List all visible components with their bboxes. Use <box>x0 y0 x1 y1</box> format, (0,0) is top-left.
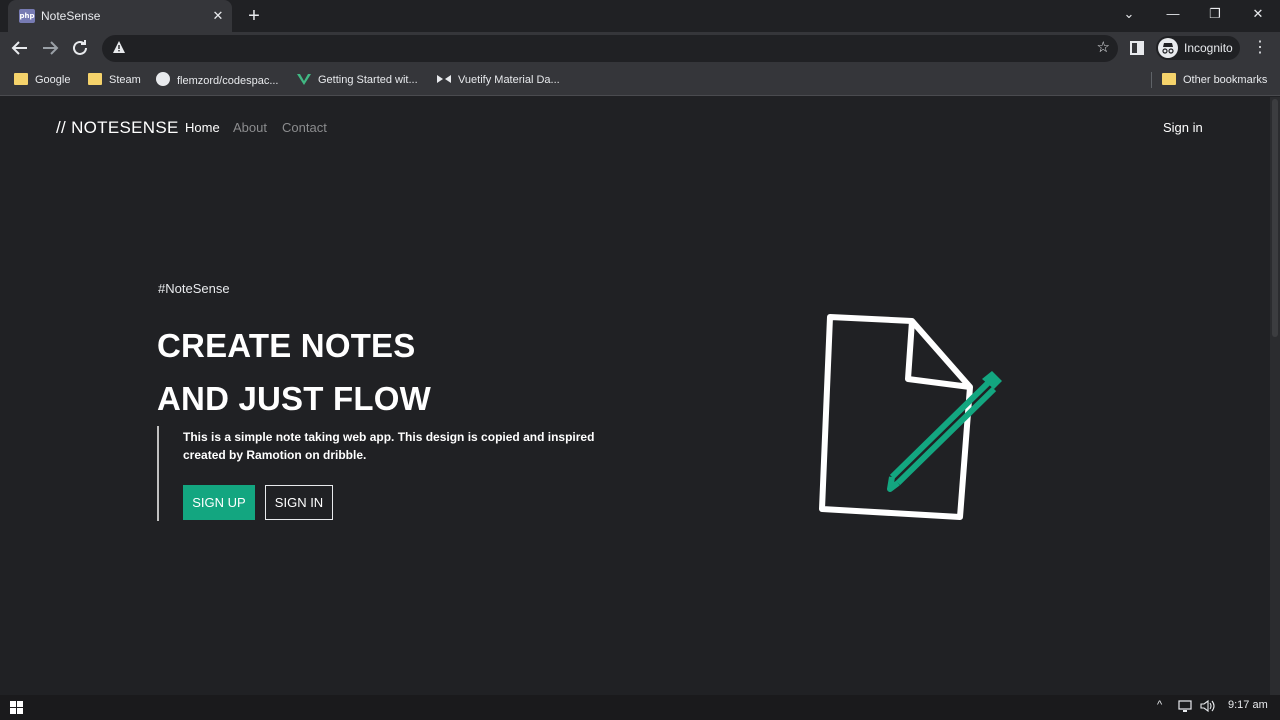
signup-button[interactable]: SIGN UP <box>183 485 255 520</box>
header-signin-link[interactable]: Sign in <box>1163 120 1203 135</box>
bookmark-label: Steam <box>109 74 141 86</box>
volume-icon[interactable] <box>1200 699 1216 716</box>
other-bookmarks[interactable]: Other bookmarks <box>1162 72 1267 88</box>
headline-line-1: CREATE NOTES <box>157 327 416 364</box>
side-panel-icon[interactable] <box>1125 36 1149 60</box>
tab-strip: php NoteSense ✕ + ⌄ — ❐ ✕ <box>0 0 1280 32</box>
clock[interactable]: 9:17 am <box>1228 699 1268 711</box>
minimize-button[interactable]: — <box>1151 0 1195 30</box>
bookmark-label: Vuetify Material Da... <box>458 74 560 86</box>
back-arrow-icon[interactable] <box>8 36 32 60</box>
hero-hashtag: #NoteSense <box>158 281 230 296</box>
taskbar: ^ 9:17 am <box>0 695 1280 720</box>
folder-icon <box>1162 73 1176 85</box>
page-content: // NOTESENSE Home About Contact Sign in … <box>0 97 1270 695</box>
headline-line-2: AND JUST FLOW <box>157 380 431 417</box>
bookmark-getting-started[interactable]: Getting Started wit... <box>297 72 418 88</box>
kebab-menu-icon[interactable]: ⋮ <box>1248 36 1272 60</box>
new-tab-button[interactable]: + <box>242 4 266 28</box>
bowtie-icon <box>437 73 451 85</box>
incognito-label: Incognito <box>1184 41 1233 55</box>
note-with-pencil-icon <box>819 314 1002 520</box>
folder-icon <box>14 73 28 85</box>
windows-start-icon[interactable] <box>10 701 24 715</box>
nav-about[interactable]: About <box>233 120 267 135</box>
vue-icon <box>297 73 311 85</box>
forward-arrow-icon[interactable] <box>38 36 62 60</box>
bookmark-codespaces[interactable]: flemzord/codespac... <box>156 72 279 88</box>
bookmark-vuetify[interactable]: Vuetify Material Da... <box>437 72 560 88</box>
signin-button[interactable]: SIGN IN <box>265 485 333 520</box>
folder-icon <box>88 73 102 85</box>
page-scrollbar[interactable] <box>1270 97 1280 695</box>
bookmark-google[interactable]: Google <box>14 72 70 88</box>
restore-button[interactable]: ❐ <box>1193 0 1237 30</box>
scroll-thumb[interactable] <box>1272 99 1278 337</box>
tab-close-icon[interactable]: ✕ <box>208 6 228 26</box>
browser-toolbar: ☆ Incognito ⋮ <box>0 32 1280 64</box>
tab-notesense[interactable]: php NoteSense ✕ <box>8 0 232 32</box>
bookmark-label: flemzord/codespac... <box>177 75 279 87</box>
nav-home[interactable]: Home <box>185 120 220 135</box>
bookmark-label: Getting Started wit... <box>318 74 418 86</box>
warning-icon[interactable] <box>112 40 126 54</box>
hero-description-block: This is a simple note taking web app. Th… <box>157 426 617 521</box>
php-favicon-icon: php <box>19 9 35 23</box>
address-bar[interactable]: ☆ <box>102 35 1118 62</box>
tab-title: NoteSense <box>41 9 101 23</box>
nav-contact[interactable]: Contact <box>282 120 327 135</box>
incognito-profile-button[interactable]: Incognito <box>1156 36 1240 60</box>
tab-search-chevron-icon[interactable]: ⌄ <box>1107 0 1151 30</box>
bookmark-star-icon[interactable]: ☆ <box>1097 38 1110 56</box>
pencil-icon <box>887 371 1002 492</box>
bookmarks-bar: Google Steam flemzord/codespac... Gettin… <box>0 64 1280 96</box>
hero-description: This is a simple note taking web app. Th… <box>183 430 595 462</box>
bookmark-label: Google <box>35 74 71 86</box>
incognito-icon <box>1158 38 1178 58</box>
tray-chevron-up-icon[interactable]: ^ <box>1157 699 1162 711</box>
site-logo[interactable]: // NOTESENSE <box>56 118 179 138</box>
bookmarks-divider <box>1151 72 1152 88</box>
hero-headline: CREATE NOTES AND JUST FLOW <box>157 319 431 425</box>
github-icon <box>156 72 170 86</box>
bookmark-steam[interactable]: Steam <box>88 72 141 88</box>
other-bookmarks-label: Other bookmarks <box>1183 74 1268 86</box>
reload-icon[interactable] <box>68 36 92 60</box>
network-icon[interactable] <box>1178 699 1194 716</box>
close-window-button[interactable]: ✕ <box>1236 0 1280 30</box>
